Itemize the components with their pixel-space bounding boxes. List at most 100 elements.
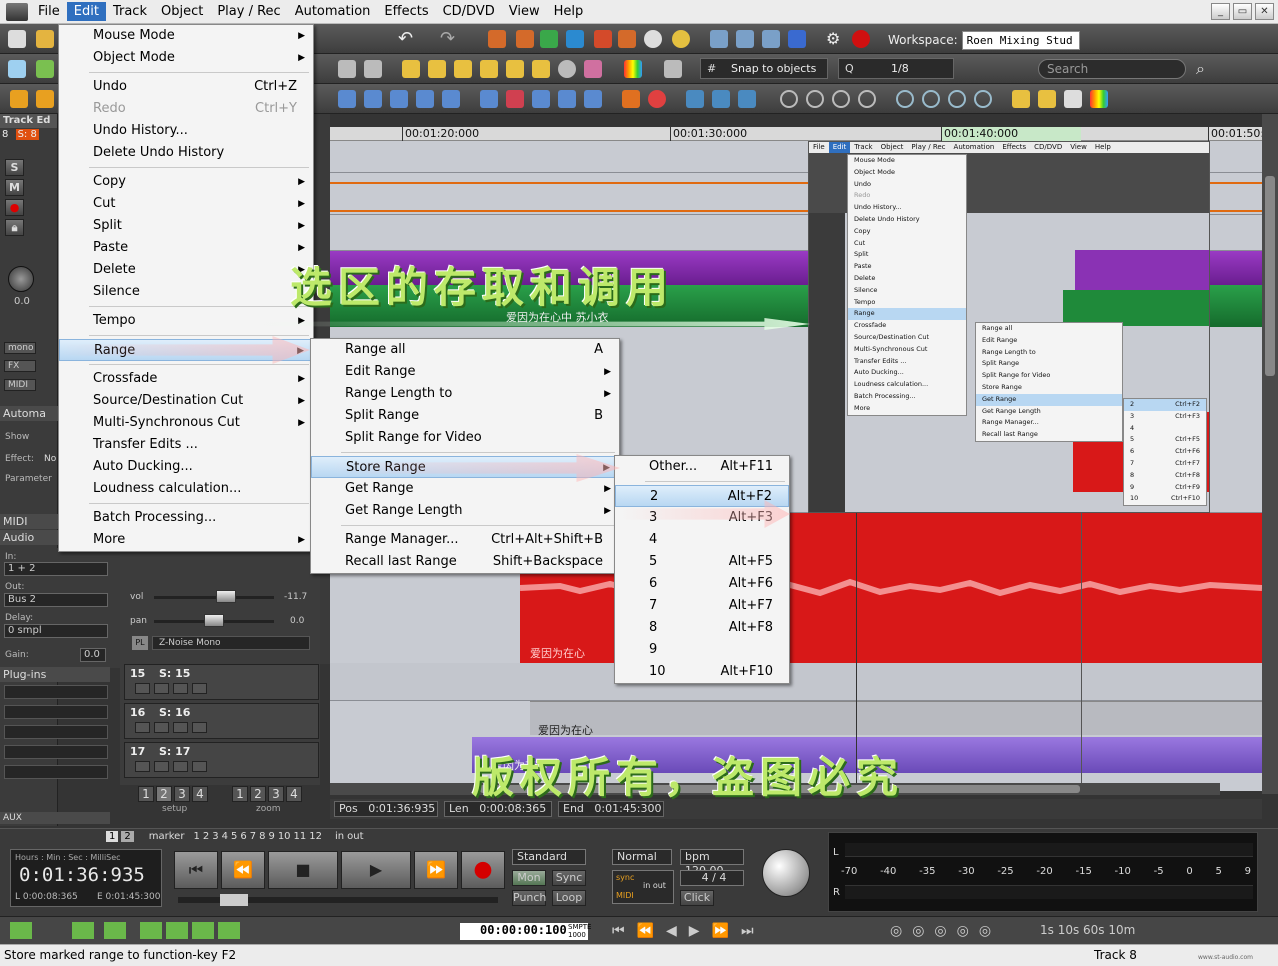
range-menu-item-edit-range[interactable]: Edit Range ▶ — [311, 361, 619, 383]
edit-menu-item-redo[interactable]: Redo Ctrl+Y — [59, 98, 313, 120]
marker-auto-icon[interactable] — [618, 30, 636, 48]
waveform-zoom-icon[interactable] — [1012, 90, 1030, 108]
menu-play-rec[interactable]: Play / Rec — [210, 2, 287, 21]
nav-range-start-icon[interactable] — [140, 922, 162, 939]
crossfade-icon[interactable] — [584, 90, 602, 108]
edit-menu-item-undo[interactable]: Undo Ctrl+Z — [59, 76, 313, 98]
audio-clip-grey[interactable]: 爱因为在心 — [530, 701, 1262, 737]
object-split-icon[interactable] — [480, 90, 498, 108]
track-header-15[interactable]: 15 S: 15 — [124, 664, 319, 700]
zoom-button-1[interactable]: 1 — [232, 786, 248, 802]
record-button[interactable] — [173, 683, 188, 694]
mixer-icon[interactable] — [686, 90, 704, 108]
marker-number[interactable]: 8 — [259, 831, 265, 842]
monitor-button[interactable]: Mon — [512, 870, 546, 886]
edit-menu-item-crossfade[interactable]: Crossfade ▶ — [59, 368, 313, 390]
range-menu-item-range-manager[interactable]: Range Manager... Ctrl+Alt+Shift+B — [311, 529, 619, 551]
scrollbar-thumb[interactable] — [1265, 176, 1275, 376]
plugin-slot[interactable] — [4, 745, 108, 759]
rewind-orange-icon[interactable] — [36, 90, 54, 108]
edit-menu-item-source-destination-cut[interactable]: Source/Destination Cut ▶ — [59, 390, 313, 412]
marker-1-button[interactable]: 1 — [106, 831, 119, 842]
time-signature-field[interactable]: 4 / 4 — [680, 870, 744, 886]
normal-dropdown[interactable]: Normal — [612, 849, 672, 865]
fader-icon[interactable] — [712, 90, 730, 108]
edit-menu-item-more[interactable]: More ▶ — [59, 529, 313, 551]
range-menu-item-split-range-for-video[interactable]: Split Range for Video — [311, 427, 619, 449]
solo-button[interactable] — [135, 722, 150, 733]
edit-menu-item-silence[interactable]: Silence — [59, 281, 313, 303]
close-icon[interactable]: ✕ — [1255, 3, 1274, 20]
loop-region-icon[interactable] — [736, 30, 754, 48]
output-select[interactable]: Bus 2 — [4, 593, 108, 607]
range-menu-item-split-range[interactable]: Split Range B — [311, 405, 619, 427]
dvd-icon[interactable] — [672, 30, 690, 48]
stack-tool-icon[interactable] — [532, 60, 550, 78]
plugin-slot[interactable] — [4, 725, 108, 739]
open-folder-icon[interactable] — [36, 30, 54, 48]
goto-start-icon[interactable]: ⏮ — [174, 851, 218, 889]
gain-field[interactable]: 0.0 — [80, 648, 106, 662]
menu-file[interactable]: File — [31, 2, 67, 21]
new-file-icon[interactable] — [8, 30, 26, 48]
track-name[interactable]: S: 15 — [159, 667, 190, 680]
marker-remove-icon[interactable] — [922, 90, 940, 108]
undo-icon[interactable]: ↶ — [398, 30, 416, 48]
marker-number[interactable]: 1 — [193, 831, 199, 842]
pencil-tool-icon[interactable] — [584, 60, 602, 78]
in-label[interactable]: in — [335, 831, 344, 842]
marker-number[interactable]: 10 — [278, 831, 291, 842]
plugin-badge[interactable]: PL — [132, 636, 148, 650]
spectrum-icon[interactable] — [624, 60, 642, 78]
zoom-tool-icon[interactable] — [364, 60, 382, 78]
range-right-icon[interactable] — [390, 90, 408, 108]
mute-button[interactable] — [154, 722, 169, 733]
analyzer-icon[interactable] — [1090, 90, 1108, 108]
nav-prev-icon[interactable] — [72, 922, 94, 939]
stop-icon[interactable]: ■ — [268, 851, 338, 889]
nudge-icon[interactable] — [762, 30, 780, 48]
edit-menu-item-split[interactable]: Split ▶ — [59, 215, 313, 237]
mono-button[interactable]: mono — [4, 342, 36, 354]
scrub-thumb[interactable] — [220, 894, 248, 906]
edit-menu-item-multi-synchronous-cut[interactable]: Multi-Synchronous Cut ▶ — [59, 412, 313, 434]
vertical-scrollbar[interactable] — [1262, 114, 1278, 794]
range-menu-item-range-all[interactable]: Range all A — [311, 339, 619, 361]
record-button[interactable] — [173, 722, 188, 733]
scrub-tool-icon[interactable] — [558, 60, 576, 78]
marker-number[interactable]: 2 — [203, 831, 209, 842]
pan-knob[interactable] — [8, 266, 34, 292]
search-input[interactable]: Search — [1038, 59, 1186, 79]
quantize-dropdown[interactable]: Q 1/8 — [838, 58, 954, 79]
transport-scrub-slider[interactable] — [178, 894, 498, 906]
minimize-icon[interactable]: _ — [1211, 3, 1230, 20]
track-name[interactable]: S: 17 — [159, 745, 190, 758]
menu-help[interactable]: Help — [547, 2, 591, 21]
marker-number[interactable]: 7 — [250, 831, 256, 842]
pan-slider-thumb[interactable] — [204, 614, 224, 627]
zoom-button-4[interactable]: 4 — [286, 786, 302, 802]
menu-cd-dvd[interactable]: CD/DVD — [436, 2, 502, 21]
range-menu-item-get-range-length[interactable]: Get Range Length ▶ — [311, 500, 619, 522]
store-range-item-2[interactable]: 2 Alt+F2 — [615, 485, 789, 507]
cd-icon[interactable] — [644, 30, 662, 48]
arrange-icon[interactable] — [710, 30, 728, 48]
vol-slider[interactable] — [154, 596, 274, 599]
timeline-ruler[interactable]: 00:01:20:000 00:01:30:000 00:01:40:000 0… — [330, 127, 1264, 141]
play-icon[interactable]: ▶ — [341, 851, 411, 889]
window-icon[interactable] — [788, 30, 806, 48]
list-icon[interactable] — [1064, 90, 1082, 108]
marker-t-icon[interactable] — [516, 30, 534, 48]
transport-mode-dropdown[interactable]: Standard — [512, 849, 586, 865]
edit-menu-item-paste[interactable]: Paste ▶ — [59, 237, 313, 259]
setup-button-1[interactable]: 1 — [138, 786, 154, 802]
menu-view[interactable]: View — [502, 2, 547, 21]
marker-nav-icons[interactable]: ◎◎◎◎◎ — [890, 923, 1001, 939]
edit-nav-icons[interactable]: ⏮⏪◀▶⏩⏭ — [612, 923, 766, 939]
range-tool-icon[interactable] — [36, 60, 54, 78]
pos-field[interactable]: Pos 0:01:36:935 — [334, 801, 438, 817]
object-cut-icon[interactable] — [506, 90, 524, 108]
loop-2-icon[interactable] — [806, 90, 824, 108]
fx-button[interactable]: FX — [4, 360, 36, 372]
loop-3-icon[interactable] — [832, 90, 850, 108]
